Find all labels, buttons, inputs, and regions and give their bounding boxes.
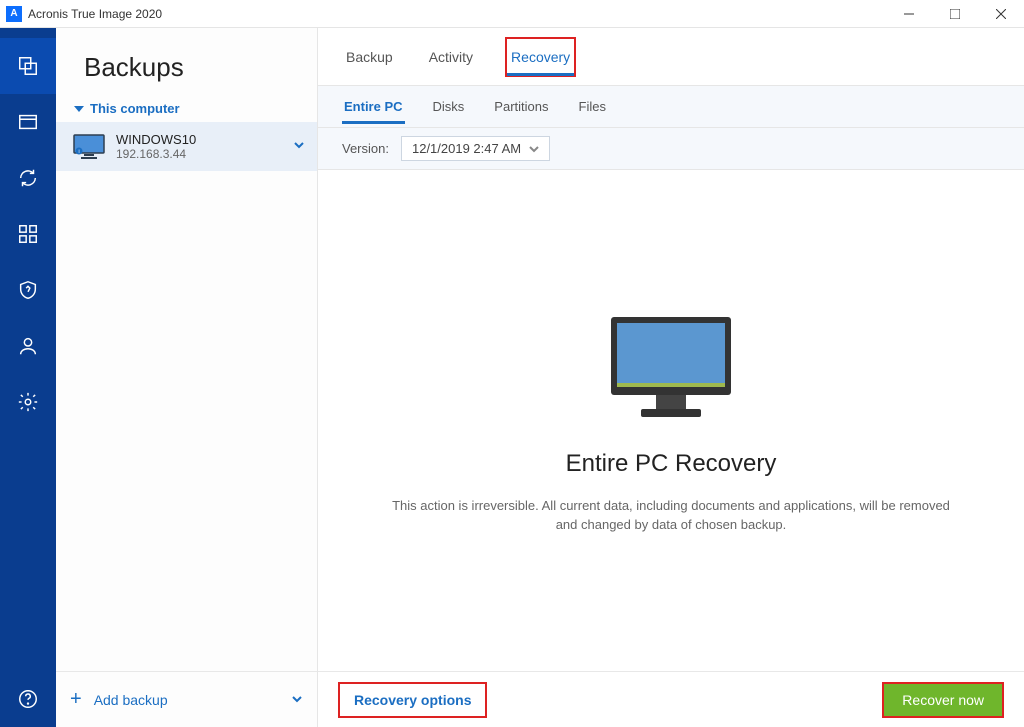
tree-this-computer[interactable]: This computer	[56, 101, 317, 122]
monitor-icon: i	[72, 133, 106, 161]
expand-backup[interactable]	[293, 138, 305, 156]
top-tabs: Backup Activity Recovery	[318, 28, 1024, 86]
sync-icon	[17, 167, 39, 189]
rail-protection[interactable]	[0, 262, 56, 318]
copy-icon	[17, 55, 39, 77]
pc-illustration-icon	[596, 307, 746, 432]
window-title: Acronis True Image 2020	[28, 7, 886, 21]
tab-backup[interactable]: Backup	[342, 39, 397, 75]
subtab-partitions[interactable]: Partitions	[492, 89, 550, 124]
app-icon: A	[6, 6, 22, 22]
version-label: Version:	[342, 141, 389, 156]
sidebar: Backups This computer i WINDOWS10 192.16…	[56, 28, 318, 727]
main: Backup Activity Recovery Entire PC Disks…	[318, 28, 1024, 727]
add-backup-bar[interactable]: + Add backup	[56, 671, 317, 727]
version-value: 12/1/2019 2:47 AM	[412, 141, 521, 156]
version-bar: Version: 12/1/2019 2:47 AM	[318, 128, 1024, 170]
tab-activity[interactable]: Activity	[425, 39, 477, 75]
backup-name: WINDOWS10	[116, 132, 283, 147]
svg-text:i: i	[78, 149, 79, 155]
footer: Recovery options Recover now	[318, 671, 1024, 727]
rail-account[interactable]	[0, 318, 56, 374]
content-heading: Entire PC Recovery	[566, 450, 777, 478]
version-select[interactable]: 12/1/2019 2:47 AM	[401, 136, 550, 161]
recover-now-button[interactable]: Recover now	[882, 682, 1004, 718]
content-body: This action is irreversible. All current…	[391, 496, 951, 535]
grid-icon	[17, 223, 39, 245]
tree-label: This computer	[90, 101, 180, 116]
shield-icon	[17, 279, 39, 301]
add-backup-more[interactable]	[291, 692, 303, 708]
content: Entire PC Recovery This action is irreve…	[318, 170, 1024, 671]
gear-icon	[17, 391, 39, 413]
sub-tabs: Entire PC Disks Partitions Files	[318, 86, 1024, 128]
plus-icon: +	[70, 688, 82, 711]
rail-tools[interactable]	[0, 206, 56, 262]
recovery-options-button[interactable]: Recovery options	[338, 682, 487, 718]
user-icon	[17, 335, 39, 357]
subtab-disks[interactable]: Disks	[431, 89, 467, 124]
maximize-button[interactable]	[932, 0, 978, 28]
tab-recovery[interactable]: Recovery	[505, 37, 576, 77]
help-icon	[17, 688, 39, 710]
rail-help[interactable]	[0, 671, 56, 727]
rail-settings[interactable]	[0, 374, 56, 430]
subtab-entire-pc[interactable]: Entire PC	[342, 89, 405, 124]
chevron-down-icon	[529, 144, 539, 154]
backup-item[interactable]: i WINDOWS10 192.168.3.44	[56, 122, 317, 171]
backup-address: 192.168.3.44	[116, 147, 283, 161]
nav-rail	[0, 28, 56, 727]
add-backup-label: Add backup	[94, 692, 168, 708]
rail-sync[interactable]	[0, 150, 56, 206]
titlebar: A Acronis True Image 2020	[0, 0, 1024, 28]
rail-backup[interactable]	[0, 38, 56, 94]
sidebar-heading: Backups	[56, 28, 317, 101]
rail-archive[interactable]	[0, 94, 56, 150]
subtab-files[interactable]: Files	[577, 89, 608, 124]
minimize-button[interactable]	[886, 0, 932, 28]
close-button[interactable]	[978, 0, 1024, 28]
archive-icon	[17, 111, 39, 133]
chevron-down-icon	[74, 104, 84, 114]
